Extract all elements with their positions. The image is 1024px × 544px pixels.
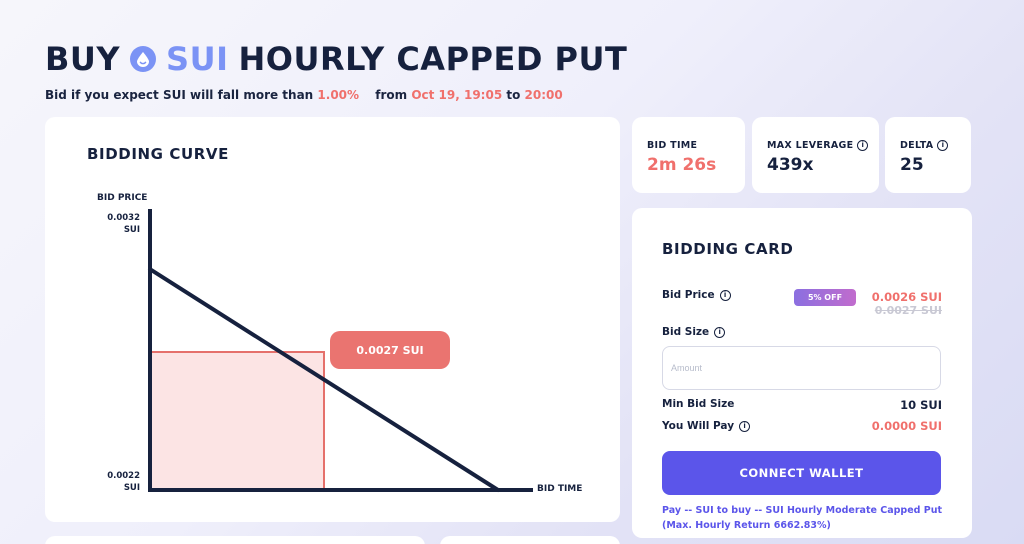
bid-time-value: 2m 26s [647,155,717,175]
to-label: to [506,88,521,102]
bid-price-label: Bid Price [662,289,715,301]
connect-wallet-button[interactable]: CONNECT WALLET [662,451,941,495]
discount-badge: 5% OFF [794,289,856,306]
bid-price-value: 0.0026 SUI [871,290,942,304]
delta-stat: DELTA i 25 [885,117,971,193]
info-icon[interactable]: i [739,420,751,432]
end-time: 20:00 [524,88,563,102]
bid-time-label: BID TIME [647,140,698,151]
bid-price-original: 0.0027 SUI [874,304,942,317]
leverage-value: 439x [767,155,814,175]
title-product: HOURLY CAPPED PUT [238,40,628,78]
info-icon[interactable]: i [937,140,949,151]
y-tick-bottom-value: 0.0022 [107,471,140,481]
from-label: from [375,88,408,102]
start-time: Oct 19, 19:05 [411,88,503,102]
min-bid-value: 10 SUI [900,398,942,412]
bid-time-stat: BID TIME 2m 26s [632,117,745,193]
delta-value: 25 [900,155,924,175]
bid-size-row: Bid Size i [662,326,942,338]
info-icon[interactable]: i [714,326,726,338]
threshold-value: 1.00% [317,88,360,102]
bid-size-label: Bid Size [662,326,710,338]
min-bid-row: Min Bid Size 10 SUI [662,398,942,412]
info-icon[interactable]: i [719,289,731,301]
you-pay-value: 0.0000 SUI [871,419,942,433]
subtitle-prefix: Bid if you expect SUI will fall more tha… [45,88,314,102]
max-leverage-stat: MAX LEVERAGE i 439x [752,117,879,193]
bidding-card-title: BIDDING CARD [662,240,794,258]
y-axis-label: BID PRICE [97,193,147,203]
y-tick-bottom-unit: SUI [124,483,140,493]
sui-drop-icon [130,46,157,72]
bidding-curve-chart: BID PRICE 0.0032 SUI 0.0022 SUI BID TIME… [97,193,582,494]
x-axis-label: BID TIME [537,484,582,494]
you-will-pay-row: You Will Pay i 0.0000 SUI [662,419,942,433]
amount-input[interactable] [662,346,941,390]
bidding-card: BIDDING CARD Bid Price i 5% OFF 0.0026 SU… [632,208,972,538]
subtitle: Bid if you expect SUI will fall more tha… [45,88,563,102]
bidding-curve-card: BIDDING CURVE BID PRICE 0.0032 SUI 0.002… [45,117,620,522]
lower-card [440,536,620,544]
title-buy: BUY [45,40,121,78]
info-icon[interactable]: i [857,140,869,151]
bid-area-fill [149,351,325,491]
bid-price-row: Bid Price i 5% OFF 0.0026 SUI 0.0027 SUI [662,289,942,317]
min-bid-label: Min Bid Size [662,398,735,410]
lower-card [45,536,425,544]
y-tick-top-unit: SUI [124,225,140,235]
page-title: BUY SUI HOURLY CAPPED PUT [45,40,627,78]
title-asset: SUI [166,40,229,78]
you-pay-label: You Will Pay [662,420,735,432]
purchase-note: Pay -- SUI to buy -- SUI Hourly Moderate… [662,505,943,531]
delta-label: DELTA [900,140,934,151]
leverage-label: MAX LEVERAGE [767,140,854,151]
current-price-label: 0.0027 SUI [356,344,423,357]
y-tick-top-value: 0.0032 [107,213,140,223]
